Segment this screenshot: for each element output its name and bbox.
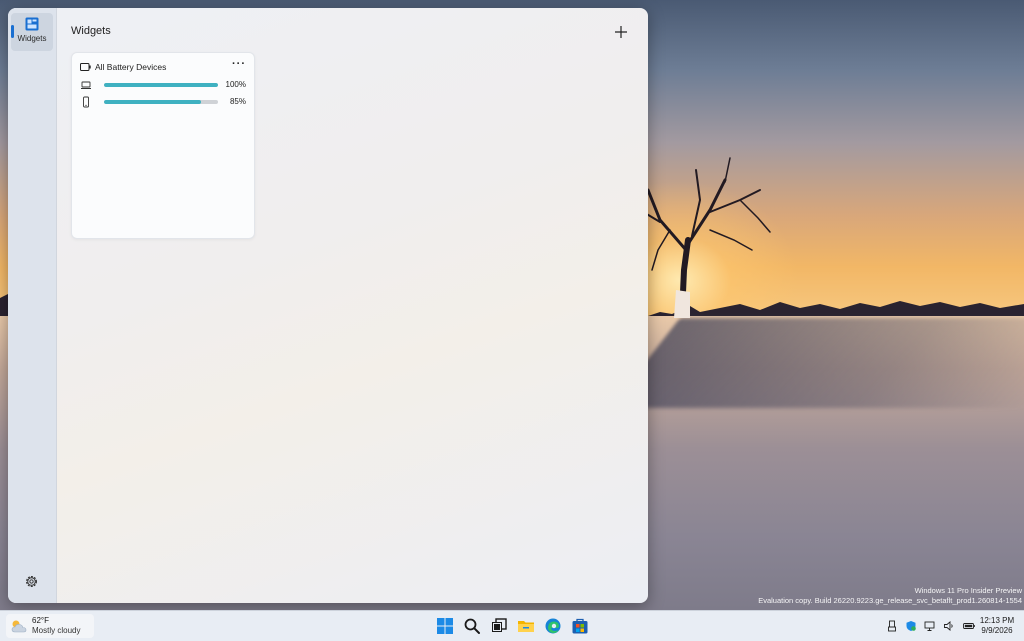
battery-icon (80, 63, 91, 71)
watermark-line-1: Windows 11 Pro Insider Preview (914, 586, 1022, 595)
battery-widget-title: All Battery Devices (95, 62, 167, 72)
battery-percent: 100% (225, 80, 246, 89)
battery-percent: 85% (229, 97, 246, 106)
search-icon[interactable] (463, 617, 481, 635)
wallpaper-tree (637, 157, 771, 318)
battery-device-row: 85% (80, 96, 246, 108)
battery-widget-card[interactable]: All Battery Devices ··· 100% 85% (71, 52, 255, 239)
battery-device-row: 100% (80, 79, 246, 91)
weather-temperature: 62°F (32, 616, 49, 625)
weather-text: 62°F Mostly cloudy (32, 616, 80, 636)
battery-level-bar (104, 83, 218, 87)
store-icon[interactable] (571, 617, 589, 635)
rail-item-label: Widgets (17, 34, 47, 43)
widgets-board: Widgets Widgets All Battery Devices ··· (8, 8, 648, 603)
task-view-icon[interactable] (490, 617, 508, 635)
clock-date: 9/9/2026 (981, 626, 1013, 635)
board-title: Widgets (71, 25, 111, 37)
start-icon[interactable] (436, 617, 454, 635)
security-icon[interactable] (905, 620, 917, 632)
add-widget-plus-icon[interactable] (611, 22, 631, 42)
settings-gear-icon[interactable] (24, 574, 39, 589)
file-explorer-icon[interactable] (517, 617, 535, 635)
laptop-icon (81, 81, 91, 89)
network-icon[interactable] (924, 620, 936, 632)
edge-icon[interactable] (544, 617, 562, 635)
battery-level-fill (104, 83, 218, 87)
widgets-rail: Widgets (8, 8, 57, 603)
battery-level-bar (104, 100, 218, 104)
phone-icon (83, 96, 89, 108)
partly-cloudy-icon (11, 620, 27, 633)
rail-selected-indicator (11, 25, 14, 38)
wallpaper-tree-shadow (609, 318, 1024, 408)
taskbar-apps (436, 617, 589, 635)
battery-level-fill (104, 100, 201, 104)
taskbar: 62°F Mostly cloudy 12:13 PM 9/9/2026 (0, 610, 1024, 641)
clock[interactable]: 12:13 PM 9/9/2026 (974, 616, 1020, 636)
watermark-line-2: Evaluation copy. Build 26220.9223.ge_rel… (758, 596, 1022, 605)
usb-icon[interactable] (886, 620, 898, 632)
system-tray (886, 620, 976, 632)
volume-icon[interactable] (943, 620, 955, 632)
widget-more-options-button[interactable]: ··· (232, 58, 246, 70)
evaluation-watermark: Windows 11 Pro Insider Preview Evaluatio… (758, 586, 1022, 606)
weather-condition: Mostly cloudy (32, 626, 81, 635)
weather-widget-button[interactable]: 62°F Mostly cloudy (6, 614, 94, 638)
clock-time: 12:13 PM (979, 616, 1015, 625)
battery-widget-header: All Battery Devices (80, 61, 166, 73)
rail-item-widgets[interactable]: Widgets (11, 13, 53, 51)
widgets-icon (25, 17, 39, 31)
